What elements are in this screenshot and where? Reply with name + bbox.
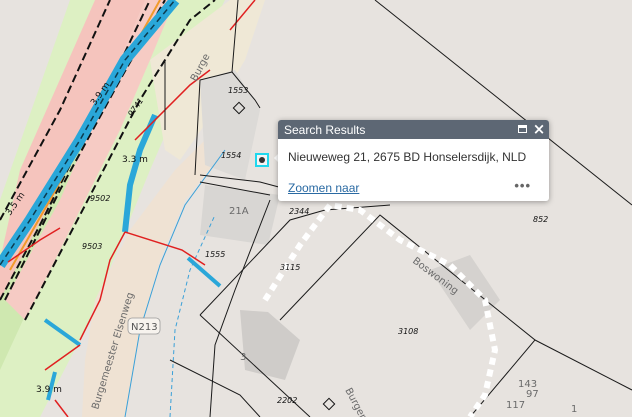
parcel-label: 3115 xyxy=(280,263,300,272)
parcel-label: 97 xyxy=(526,389,539,400)
parcel-label: 9503 xyxy=(82,242,102,251)
search-results-popup: Search Results × Nieuweweg 21, 2675 BD H… xyxy=(278,120,549,201)
measure-label: 3.3 m xyxy=(122,155,148,165)
parcel-label: 1554 xyxy=(221,151,241,160)
parcel-label: 1 xyxy=(571,404,577,415)
more-options-button[interactable]: ••• xyxy=(514,178,531,193)
measure-label: 3.9 m xyxy=(36,385,62,395)
parcel-label: 9502 xyxy=(90,194,110,203)
zoom-to-link[interactable]: Zoomen naar xyxy=(288,181,359,195)
parcel-label: 1555 xyxy=(205,250,225,259)
parcel-label: 117 xyxy=(506,400,525,411)
maximize-icon xyxy=(517,125,527,133)
parcel-label: 1553 xyxy=(228,86,248,95)
parcel-label: 3 xyxy=(240,352,246,363)
popup-title: Search Results xyxy=(284,122,366,137)
route-label-n213: N213 xyxy=(131,322,158,333)
popup-address: Nieuweweg 21, 2675 BD Honselersdijk, NLD xyxy=(288,150,527,164)
maximize-button[interactable] xyxy=(515,122,529,136)
parcel-label: 852 xyxy=(533,215,548,224)
parcel-label: 21A xyxy=(229,206,249,217)
location-marker[interactable] xyxy=(255,153,269,167)
parcel-label: 2344 xyxy=(289,207,309,216)
parcel-label: 3108 xyxy=(398,327,418,336)
close-icon: × xyxy=(532,120,546,138)
parcel-label: 2202 xyxy=(277,396,297,405)
map-canvas[interactable]: 1553 1554 2344 1555 3115 3108 852 2202 9… xyxy=(0,0,632,417)
close-button[interactable]: × xyxy=(532,120,546,138)
popup-header: Search Results × xyxy=(278,120,549,139)
route-shield: N213 xyxy=(127,317,161,335)
